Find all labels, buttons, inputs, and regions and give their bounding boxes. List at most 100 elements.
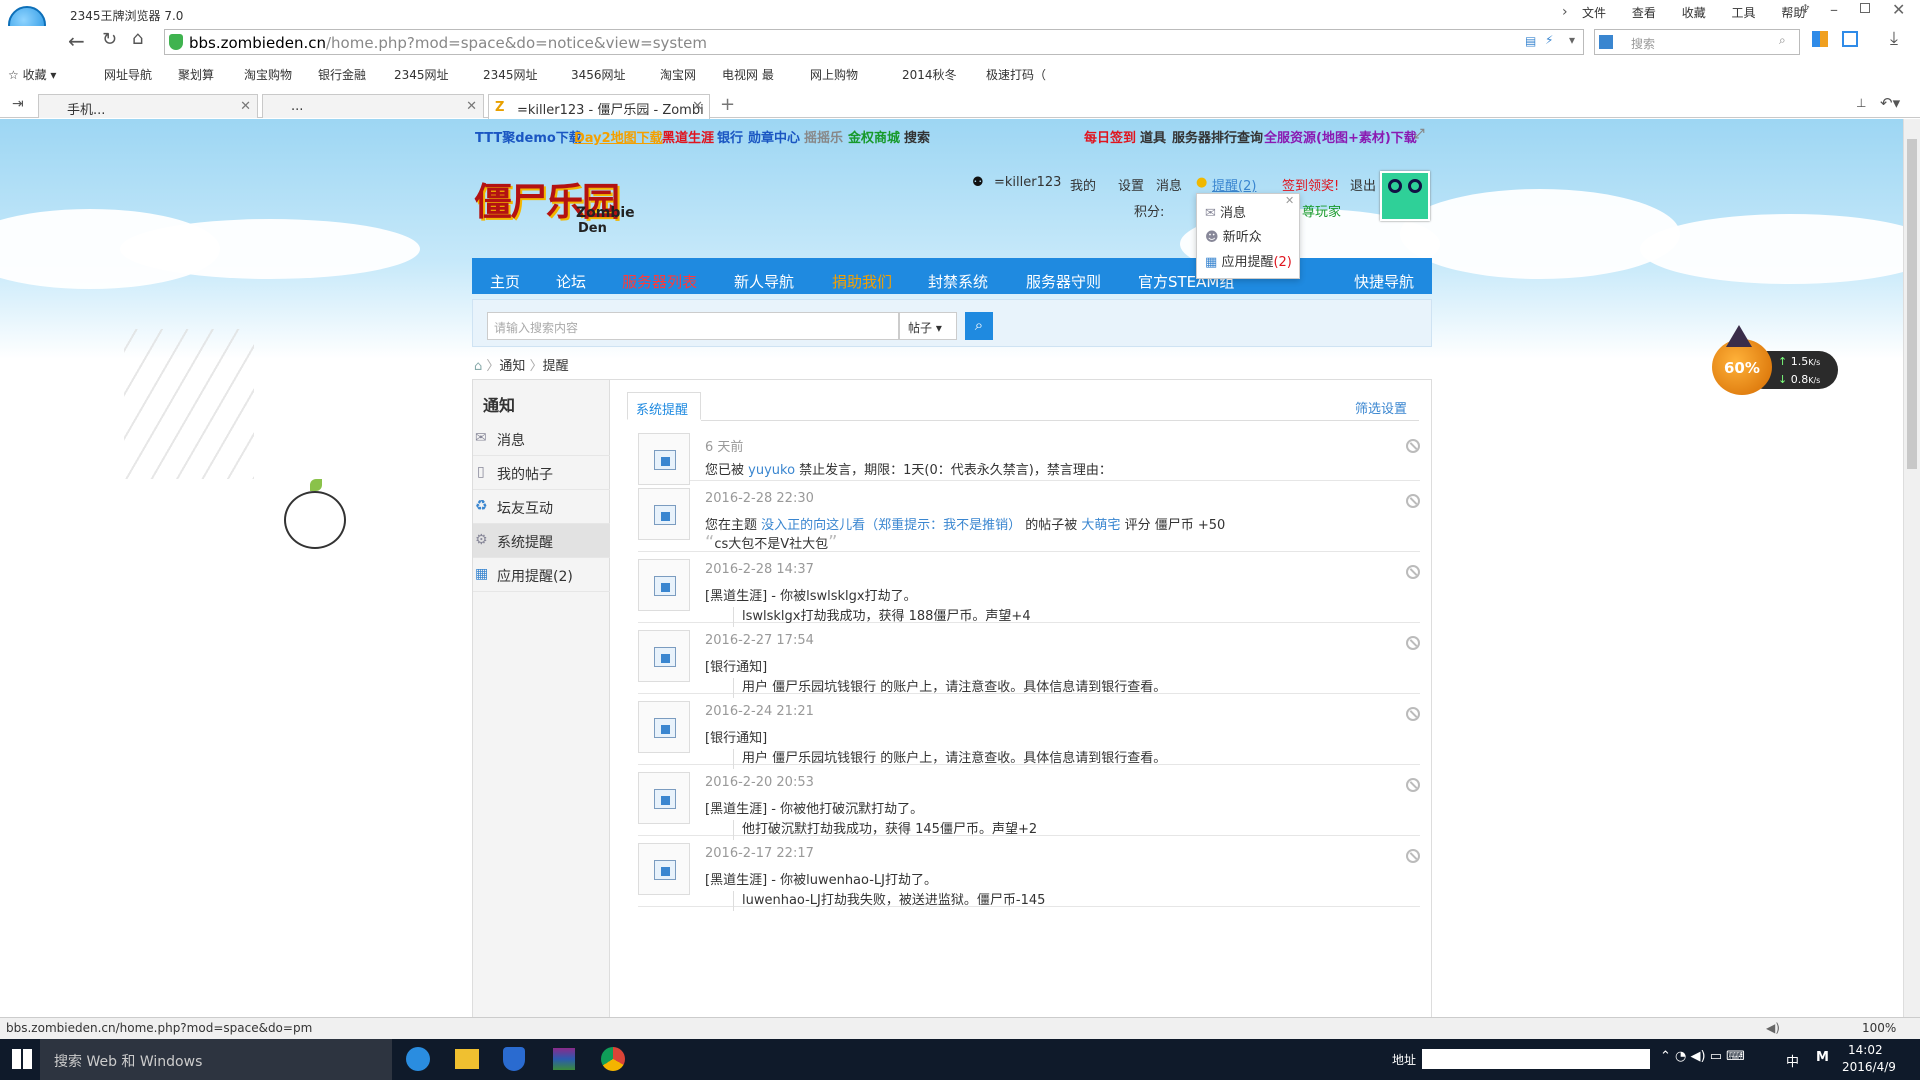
bookmark-item[interactable]: 2014秋冬 bbox=[902, 66, 957, 83]
screenshot-icon[interactable] bbox=[1842, 31, 1858, 47]
notice-link[interactable]: 没入正的向这儿看（郑重提示：我不是推销） bbox=[761, 518, 1021, 533]
nav-donate[interactable]: 捐助我们 bbox=[832, 271, 892, 292]
nav-home[interactable]: 主页 bbox=[490, 271, 520, 292]
bookmark-item[interactable]: 2345网址 bbox=[483, 66, 538, 83]
menu-tools[interactable]: 工具 bbox=[1732, 6, 1756, 20]
browser-2345-icon[interactable] bbox=[503, 1047, 525, 1071]
bookmark-item[interactable]: 淘宝购物 bbox=[244, 66, 292, 83]
nav-quick[interactable]: 快捷导航 bbox=[1354, 271, 1414, 292]
bookmark-item[interactable]: 网上购物 bbox=[810, 66, 858, 83]
speed-mode-icon[interactable]: ⚡ bbox=[1545, 33, 1553, 47]
ime-indicator[interactable]: 中 bbox=[1786, 1051, 1799, 1070]
chrome-icon[interactable] bbox=[601, 1047, 625, 1071]
taskbar-address-input[interactable] bbox=[1422, 1049, 1650, 1069]
my-menu[interactable]: 我的 bbox=[1070, 175, 1096, 194]
site-search-button[interactable]: ⌕ bbox=[965, 312, 993, 340]
ime-mode-icon[interactable]: M bbox=[1816, 1050, 1829, 1065]
nav-newbie[interactable]: 新人导航 bbox=[734, 271, 794, 292]
top-link[interactable]: 金权商城 bbox=[848, 127, 900, 146]
breadcrumb-remind[interactable]: 提醒 bbox=[543, 359, 569, 374]
apps-icon[interactable] bbox=[1812, 31, 1828, 47]
bookmark-item[interactable]: 淘宝网 bbox=[660, 66, 696, 83]
ignore-icon[interactable] bbox=[1406, 707, 1420, 721]
close-button[interactable]: ✕ bbox=[1892, 0, 1905, 19]
bookmark-item[interactable]: 3456网址 bbox=[571, 66, 626, 83]
signin-link[interactable]: 签到领奖! bbox=[1282, 175, 1339, 194]
tab-item-active[interactable]: Z =killer123 - 僵尸乐园 - Zombi ✕ bbox=[488, 94, 710, 119]
tab-system-remind[interactable]: 系统提醒 bbox=[627, 392, 701, 420]
minimize-button[interactable]: – bbox=[1830, 0, 1838, 19]
messages-link[interactable]: 消息 bbox=[1156, 175, 1182, 194]
search-scope-select[interactable]: 帖子 ▾ bbox=[899, 312, 957, 340]
notice-link[interactable]: yuyuko bbox=[748, 463, 795, 478]
nav-forum[interactable]: 论坛 bbox=[556, 271, 586, 292]
dropdown-item-messages[interactable]: ✉ 消息 bbox=[1205, 202, 1246, 221]
explorer-icon[interactable] bbox=[455, 1049, 479, 1069]
top-link[interactable]: 摇摇乐 bbox=[804, 127, 843, 146]
top-link[interactable]: 全服资源(地图+素材)下载 bbox=[1264, 127, 1417, 146]
filter-settings-link[interactable]: 筛选设置 bbox=[1355, 398, 1407, 417]
maximize-button[interactable] bbox=[1860, 3, 1870, 13]
bookmark-item[interactable]: 2345网址 bbox=[394, 66, 449, 83]
search-icon[interactable]: ⌕ bbox=[1779, 33, 1786, 48]
skin-icon[interactable]: ♆ bbox=[1800, 2, 1811, 16]
download-icon[interactable]: ⤓ bbox=[1890, 28, 1898, 49]
menu-arrow-icon[interactable]: › bbox=[1562, 4, 1568, 20]
ignore-icon[interactable] bbox=[1406, 565, 1420, 579]
notice-link[interactable]: 大萌宅 bbox=[1081, 518, 1120, 533]
ie-icon[interactable] bbox=[406, 1047, 430, 1071]
menu-view[interactable]: 查看 bbox=[1632, 6, 1656, 20]
menu-file[interactable]: 文件 bbox=[1582, 6, 1606, 20]
ignore-icon[interactable] bbox=[1406, 636, 1420, 650]
winrar-icon[interactable] bbox=[553, 1048, 575, 1070]
menu-favorites[interactable]: 收藏 bbox=[1682, 6, 1706, 20]
remind-link[interactable]: 提醒(2) bbox=[1212, 175, 1256, 194]
sidebar-toggle-icon[interactable]: ⇥ bbox=[12, 96, 24, 112]
address-dropdown-icon[interactable]: ▾ bbox=[1569, 33, 1575, 47]
ignore-icon[interactable] bbox=[1406, 849, 1420, 863]
expand-icon[interactable]: ⤢ bbox=[1414, 127, 1424, 142]
back-icon[interactable]: ← bbox=[68, 29, 85, 53]
tab-close-icon[interactable]: ✕ bbox=[240, 99, 251, 114]
top-link[interactable]: Day2地图下载 bbox=[574, 127, 663, 146]
tab-close-icon[interactable]: ✕ bbox=[692, 99, 703, 114]
new-tab-button[interactable]: + bbox=[720, 94, 735, 115]
network-speed-widget[interactable]: 60% ↑ 1.5K/s ↓ 0.8K/s bbox=[1712, 325, 1838, 395]
username[interactable]: =killer123 bbox=[994, 175, 1061, 190]
dropdown-close-icon[interactable]: ✕ bbox=[1285, 194, 1294, 207]
bookmark-favorites[interactable]: ☆ 收藏 ▾ bbox=[8, 66, 56, 83]
dropdown-item-app-remind[interactable]: ▦ 应用提醒(2) bbox=[1205, 251, 1292, 270]
top-link[interactable]: 每日签到 bbox=[1084, 127, 1136, 146]
ignore-icon[interactable] bbox=[1406, 494, 1420, 508]
home-icon[interactable]: ⌂ bbox=[474, 359, 482, 374]
reader-mode-icon[interactable]: ▤ bbox=[1525, 34, 1536, 48]
bookmark-item[interactable]: 电视网 最 bbox=[722, 66, 774, 83]
home-icon[interactable]: ⌂ bbox=[132, 28, 143, 49]
address-bar[interactable]: bbs.zombieden.cn/home.php?mod=space&do=n… bbox=[164, 29, 1584, 55]
restore-icon[interactable]: ⊥ bbox=[1856, 96, 1866, 110]
top-link[interactable]: 服务器排行查询 bbox=[1172, 127, 1263, 146]
nav-server-rules[interactable]: 服务器守则 bbox=[1026, 271, 1101, 292]
refresh-icon[interactable]: ↻ bbox=[102, 29, 117, 50]
scroll-thumb[interactable] bbox=[1907, 139, 1917, 469]
zoom-level[interactable]: 100% bbox=[1862, 1021, 1896, 1035]
bookmark-item[interactable]: 网址导航 bbox=[104, 66, 152, 83]
search-engine-icon[interactable] bbox=[1599, 35, 1613, 49]
sidebar-item-app-remind[interactable]: ▦ 应用提醒(2) bbox=[473, 558, 610, 592]
sidebar-item-system-remind[interactable]: ⚙ 系统提醒 bbox=[473, 524, 610, 558]
dropdown-item-followers[interactable]: ☻ 新听众 bbox=[1205, 226, 1262, 245]
site-search-input[interactable]: 请输入搜索内容 bbox=[487, 312, 899, 340]
clock-time[interactable]: 14:02 bbox=[1848, 1043, 1883, 1057]
site-logo[interactable]: 僵尸乐园 Zombie Den bbox=[474, 161, 635, 247]
tray-icons[interactable]: ⌃ ◔ ◀) ▭ ⌨ bbox=[1660, 1049, 1745, 1064]
tab-item[interactable]: 手机... ✕ bbox=[38, 94, 258, 118]
top-link[interactable]: 勋章中心 bbox=[748, 127, 800, 146]
taskbar-search[interactable]: 搜索 Web 和 Windows bbox=[40, 1039, 392, 1080]
ignore-icon[interactable] bbox=[1406, 778, 1420, 792]
bookmark-item[interactable]: 极速打码（ bbox=[986, 66, 1046, 83]
search-box[interactable]: 搜索 ⌕ bbox=[1594, 29, 1800, 55]
sidebar-item-messages[interactable]: ✉ 消息 bbox=[473, 422, 610, 456]
tab-close-icon[interactable]: ✕ bbox=[466, 99, 477, 114]
sidebar-item-interaction[interactable]: ♻ 坛友互动 bbox=[473, 490, 610, 524]
bookmark-item[interactable]: 聚划算 bbox=[178, 66, 214, 83]
